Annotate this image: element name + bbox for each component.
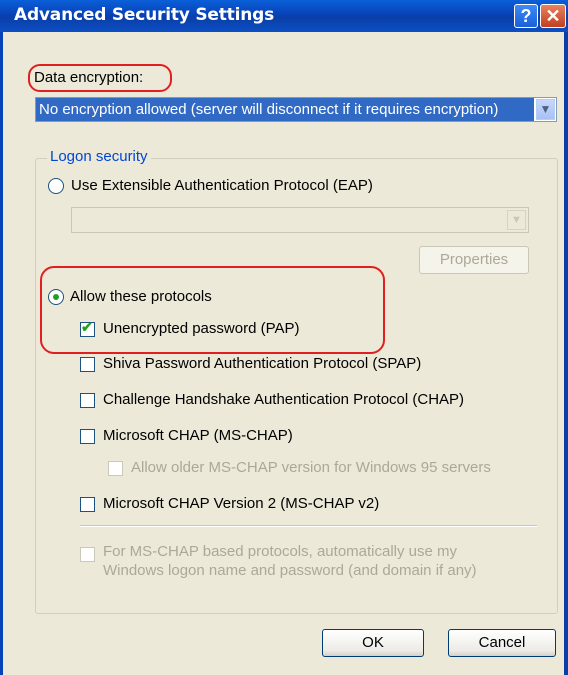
- ms-chap-v2-checkbox[interactable]: [80, 497, 95, 512]
- separator: [80, 525, 537, 527]
- advanced-security-settings-dialog: Advanced Security Settings ? ✕ Data encr…: [0, 0, 568, 675]
- auto-logon-label-line2: Windows logon name and password (and dom…: [103, 562, 477, 579]
- ok-button[interactable]: OK: [322, 629, 424, 657]
- ms-chap-label[interactable]: Microsoft CHAP (MS-CHAP): [103, 427, 293, 444]
- ms-chap-checkbox[interactable]: [80, 429, 95, 444]
- chevron-down-icon[interactable]: ▼: [536, 99, 555, 120]
- data-encryption-select[interactable]: No encryption allowed (server will disco…: [35, 97, 557, 122]
- spap-label[interactable]: Shiva Password Authentication Protocol (…: [103, 355, 421, 372]
- data-encryption-value: No encryption allowed (server will disco…: [36, 98, 534, 121]
- ms-chap-v2-label[interactable]: Microsoft CHAP Version 2 (MS-CHAP v2): [103, 495, 379, 512]
- annotation-highlight-protocols: [40, 266, 385, 354]
- window-title: Advanced Security Settings: [14, 5, 275, 25]
- title-bar[interactable]: Advanced Security Settings ? ✕: [0, 0, 568, 32]
- eap-radio[interactable]: [48, 178, 64, 194]
- older-ms-chap-checkbox: [108, 461, 123, 476]
- close-button[interactable]: ✕: [540, 4, 566, 28]
- chap-checkbox[interactable]: [80, 393, 95, 408]
- close-icon: ✕: [545, 6, 561, 26]
- auto-logon-checkbox: [80, 547, 95, 562]
- annotation-highlight-encryption: [28, 64, 172, 92]
- window-border-left: [0, 32, 3, 675]
- chevron-down-icon: ▼: [507, 210, 526, 230]
- window-border-right: [564, 32, 568, 675]
- eap-radio-label[interactable]: Use Extensible Authentication Protocol (…: [71, 177, 373, 194]
- properties-button: Properties: [419, 246, 529, 274]
- spap-checkbox[interactable]: [80, 357, 95, 372]
- cancel-button[interactable]: Cancel: [448, 629, 556, 657]
- older-ms-chap-label: Allow older MS-CHAP version for Windows …: [131, 459, 491, 476]
- chap-label[interactable]: Challenge Handshake Authentication Proto…: [103, 391, 464, 408]
- help-icon: ?: [520, 6, 532, 26]
- logon-security-legend: Logon security: [47, 148, 151, 165]
- eap-select: ▼: [71, 207, 529, 233]
- auto-logon-label-line1: For MS-CHAP based protocols, automatical…: [103, 543, 458, 560]
- help-button[interactable]: ?: [514, 4, 538, 28]
